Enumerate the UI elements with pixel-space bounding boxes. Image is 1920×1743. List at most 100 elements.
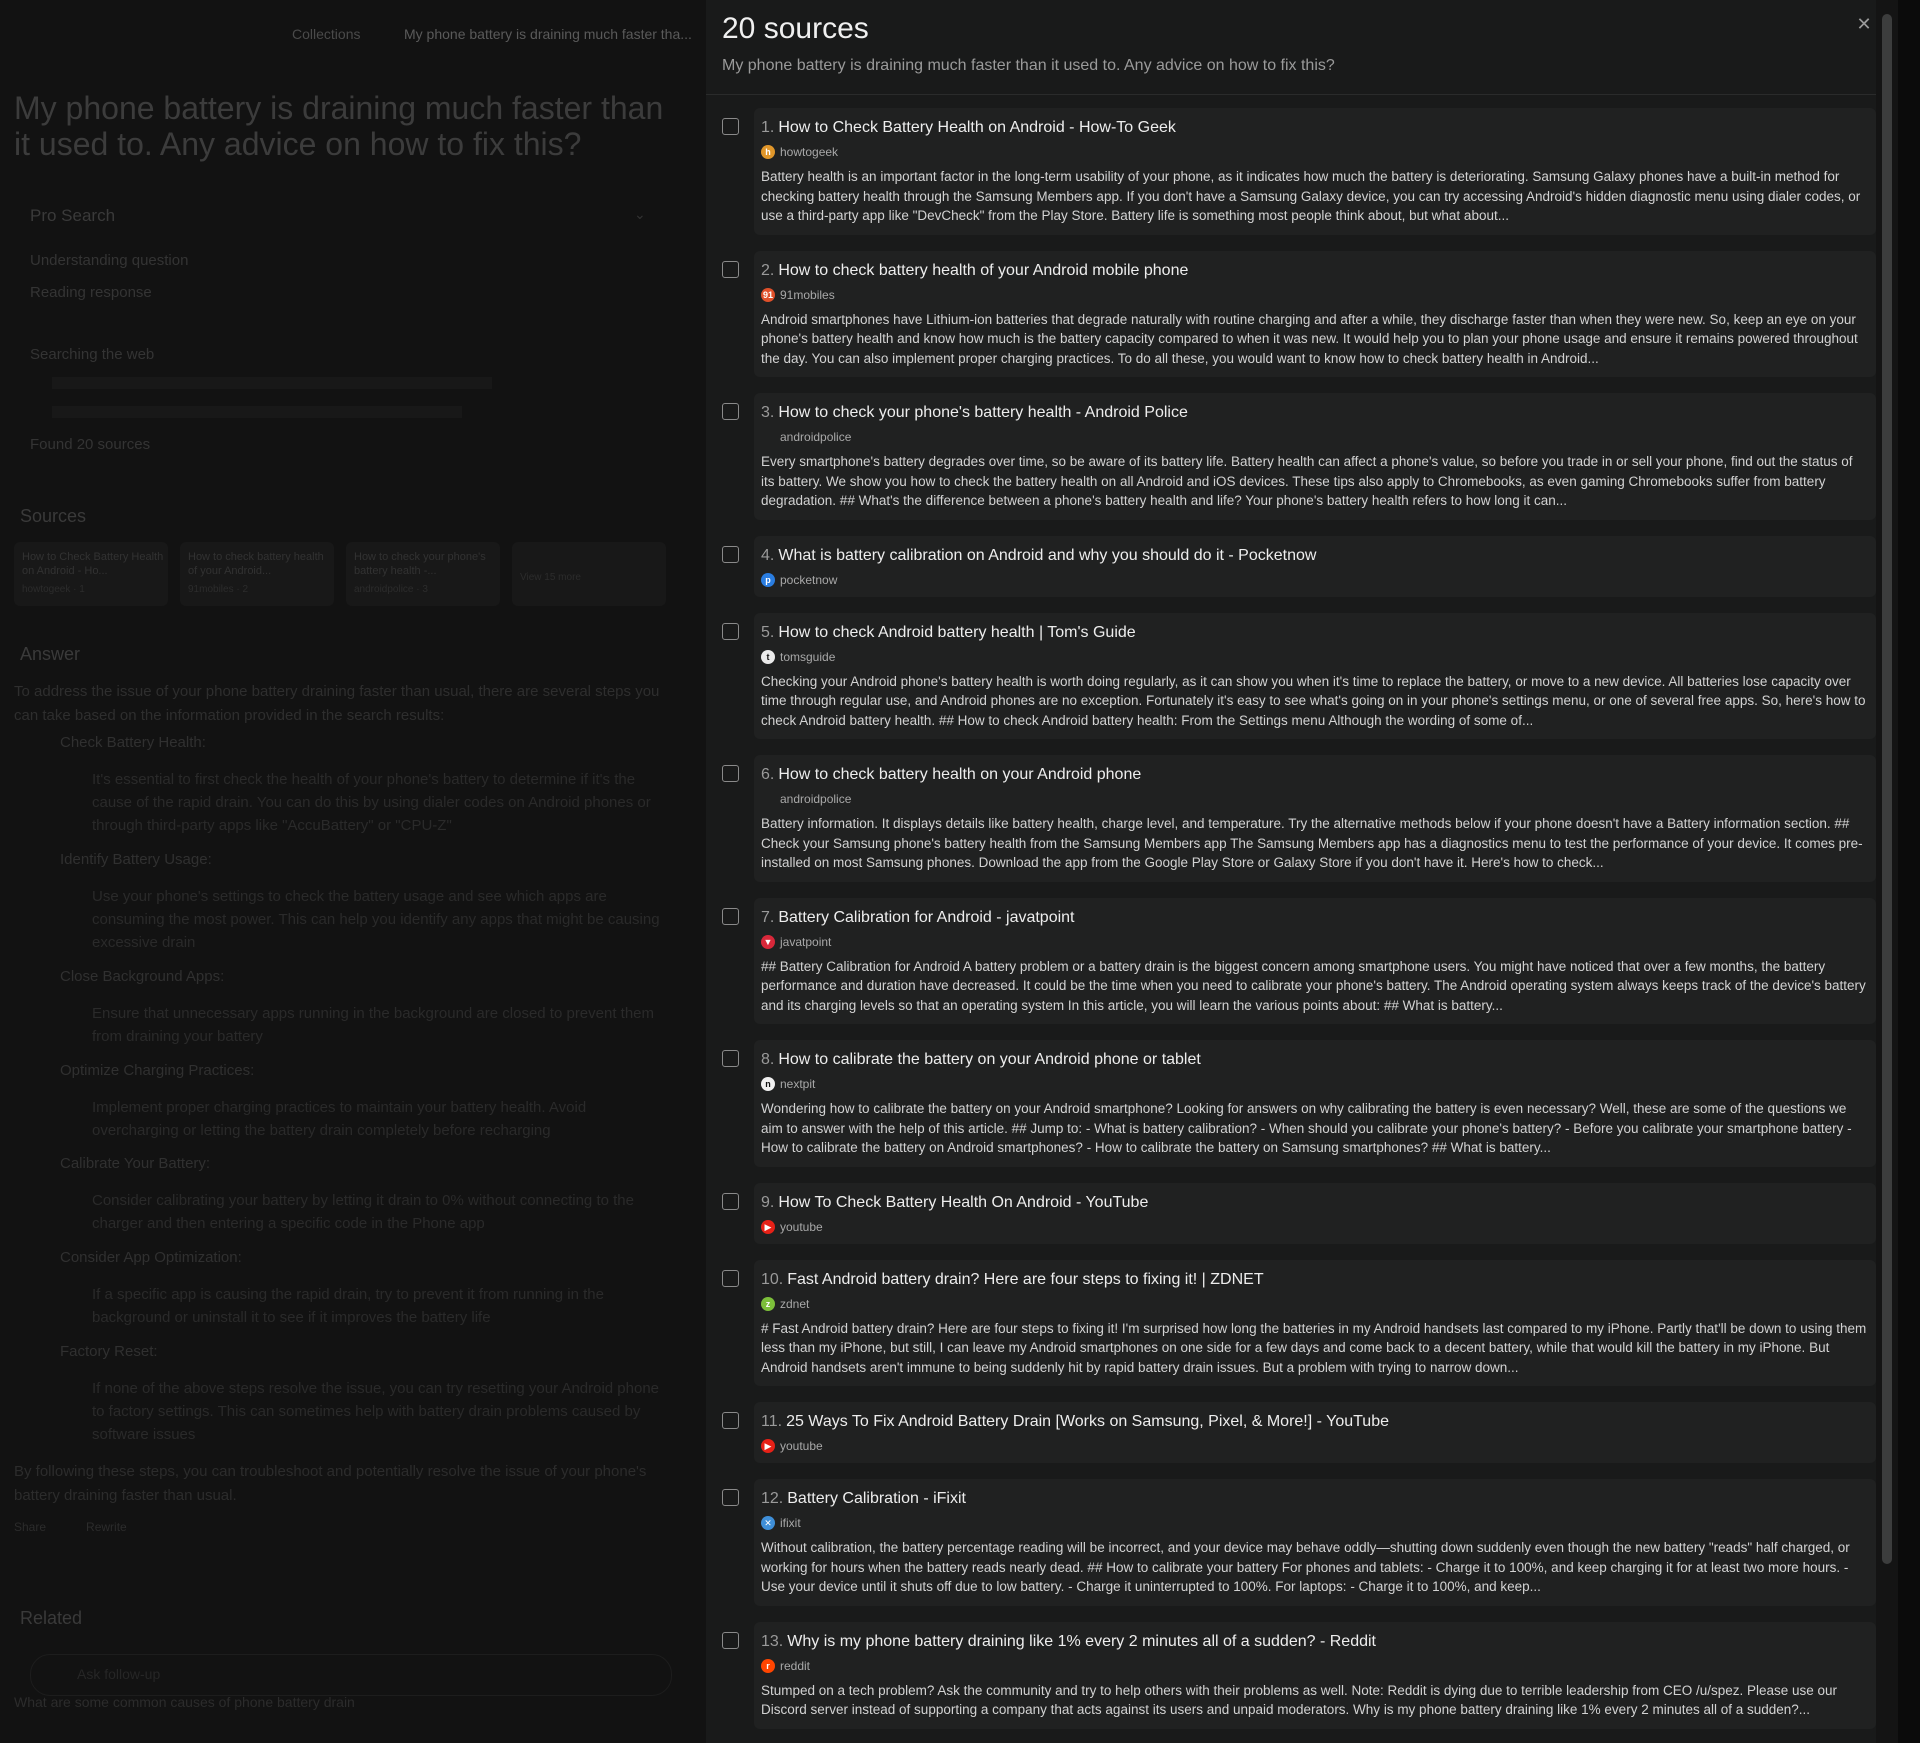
source-card[interactable]: 2. How to check battery health of your An… <box>754 250 1876 377</box>
source-title-text[interactable]: What is battery calibration on Android a… <box>778 547 1316 564</box>
source-title-text[interactable]: How to check battery health on your Andr… <box>778 766 1141 783</box>
source-title[interactable]: 4. What is battery calibration on Android… <box>761 546 1869 566</box>
source-row: 6. How to check battery health on your An… <box>706 755 1898 882</box>
source-checkbox[interactable] <box>722 118 739 135</box>
source-checkbox[interactable] <box>722 1412 739 1429</box>
chevron-down-icon[interactable]: ⌄ <box>634 206 646 223</box>
scrollbar-thumb[interactable] <box>1882 14 1892 1564</box>
source-card[interactable]: 12. Battery Calibration - iFixit ✕ ifixit … <box>754 1479 1876 1606</box>
site-favicon-icon: ▼ <box>761 934 775 949</box>
source-checkbox[interactable] <box>722 260 739 278</box>
source-card[interactable]: How to check battery health of your Andr… <box>180 542 334 606</box>
source-title[interactable]: 9. How To Check Battery Health On Android… <box>761 1193 1869 1213</box>
source-title-text[interactable]: How to check your phone's battery health… <box>778 404 1188 421</box>
source-card[interactable]: 3. How to check your phone's battery heal… <box>754 393 1876 520</box>
source-card[interactable]: 10. Fast Android battery drain? Here are … <box>754 1259 1876 1386</box>
source-title[interactable]: 3. How to check your phone's battery heal… <box>761 403 1869 423</box>
source-title-text[interactable]: How to Check Battery Health on Android -… <box>778 119 1176 136</box>
site-favicon-icon: ▶ <box>761 1219 775 1234</box>
source-row: 3. How to check your phone's battery heal… <box>706 393 1898 520</box>
source-title[interactable]: 5. How to check Android battery health | … <box>761 623 1869 643</box>
answer-item-text: If none of the above steps resolve the i… <box>92 1380 660 1443</box>
source-site-name: javatpoint <box>780 934 832 949</box>
source-card[interactable]: 4. What is battery calibration on Android… <box>754 535 1876 597</box>
source-title[interactable]: 13. Why is my phone battery draining like… <box>761 1632 1869 1652</box>
answer-intro: To address the issue of your phone batte… <box>14 683 660 724</box>
source-title[interactable]: 7. Battery Calibration for Android - java… <box>761 908 1869 928</box>
source-title[interactable]: 12. Battery Calibration - iFixit <box>761 1489 1869 1509</box>
related-question[interactable]: What are some common causes of phone bat… <box>14 1694 355 1710</box>
source-site-name: youtube <box>780 1219 823 1234</box>
source-title-text[interactable]: How to check Android battery health | To… <box>778 624 1135 641</box>
source-checkbox[interactable] <box>722 545 739 563</box>
source-snippet: Checking your Android phone's battery he… <box>761 673 1866 728</box>
source-checkbox[interactable] <box>722 403 739 420</box>
source-checkbox[interactable] <box>722 765 739 782</box>
source-site: androidpolice <box>761 791 1869 807</box>
view-more-sources[interactable]: View 15 more <box>512 542 666 606</box>
source-checkbox[interactable] <box>722 1192 739 1210</box>
source-title[interactable]: 6. How to check battery health on your An… <box>761 765 1869 785</box>
share-button[interactable]: Share Rewrite <box>14 1520 127 1534</box>
source-snippet: Wondering how to calibrate the battery o… <box>761 1101 1852 1155</box>
answer-item-heading: Check Battery Health: <box>60 734 206 751</box>
answer-heading: Answer <box>20 644 81 664</box>
source-card[interactable]: 1. How to Check Battery Health on Android… <box>754 108 1876 235</box>
source-snippet: Android smartphones have Lithium-ion bat… <box>761 311 1858 366</box>
source-site: 91 91mobiles <box>761 287 1869 303</box>
source-title-text[interactable]: Fast Android battery drain? Here are fou… <box>787 1271 1263 1288</box>
source-number: 5. <box>761 623 775 641</box>
source-title-text[interactable]: Why is my phone battery draining like 1%… <box>787 1633 1376 1650</box>
source-title[interactable]: 8. How to calibrate the battery on your A… <box>761 1050 1869 1070</box>
source-checkbox[interactable] <box>722 907 739 925</box>
source-number: 3. <box>761 404 775 421</box>
source-row: 13. Why is my phone battery draining like… <box>706 1621 1898 1729</box>
scrollbar[interactable] <box>1876 0 1898 1743</box>
source-checkbox[interactable] <box>722 1489 739 1506</box>
source-site: z zdnet <box>761 1296 1869 1312</box>
source-title[interactable]: 2. How to check battery health of your An… <box>761 261 1869 281</box>
source-card[interactable]: How to check your phone's battery health… <box>346 542 500 606</box>
source-checkbox[interactable] <box>722 1631 739 1649</box>
source-title[interactable]: 1. How to Check Battery Health on Android… <box>761 118 1869 138</box>
source-title-text[interactable]: How To Check Battery Health On Android -… <box>778 1194 1148 1211</box>
source-number: 7. <box>761 908 775 926</box>
answer-item-text: Ensure that unnecessary apps running in … <box>92 1005 655 1045</box>
pro-search-label[interactable]: Pro Search <box>30 206 115 226</box>
source-card[interactable]: 13. Why is my phone battery draining like… <box>754 1621 1876 1729</box>
source-card[interactable]: 9. How To Check Battery Health On Android… <box>754 1182 1876 1244</box>
source-checkbox[interactable] <box>722 1050 739 1067</box>
source-card[interactable]: 7. Battery Calibration for Android - java… <box>754 897 1876 1024</box>
source-checkbox[interactable] <box>722 1269 739 1287</box>
source-title-text[interactable]: Battery Calibration - iFixit <box>787 1490 966 1507</box>
source-number: 10. <box>761 1270 784 1288</box>
source-site: ▼ javatpoint <box>761 934 1869 950</box>
site-favicon-icon: z <box>761 1296 775 1311</box>
breadcrumb[interactable]: Collections <box>292 26 360 42</box>
source-checkbox[interactable] <box>722 622 739 640</box>
source-number: 11. <box>761 1413 783 1430</box>
close-icon[interactable]: ✕ <box>1852 12 1876 36</box>
source-row: 7. Battery Calibration for Android - java… <box>706 897 1898 1024</box>
sources-heading: Sources <box>20 506 87 526</box>
source-card[interactable]: 8. How to calibrate the battery on your A… <box>754 1040 1876 1167</box>
source-card[interactable]: 5. How to check Android battery health | … <box>754 612 1876 739</box>
source-card[interactable]: 6. How to check battery health on your An… <box>754 755 1876 882</box>
step-reading: Reading response <box>30 284 152 301</box>
source-site-name: nextpit <box>780 1077 816 1091</box>
follow-up-input[interactable]: Ask follow-up <box>30 1654 672 1696</box>
source-number: 2. <box>761 261 775 279</box>
source-card[interactable]: 11. 25 Ways To Fix Android Battery Drain … <box>754 1402 1876 1463</box>
panel-title: 20 sources <box>722 12 869 45</box>
source-title[interactable]: 11. 25 Ways To Fix Android Battery Drain … <box>761 1412 1869 1432</box>
rewrite-button[interactable]: Rewrite <box>86 1520 127 1534</box>
source-title-text[interactable]: How to calibrate the battery on your And… <box>778 1051 1200 1068</box>
source-title[interactable]: 10. Fast Android battery drain? Here are … <box>761 1270 1869 1290</box>
source-title-text[interactable]: 25 Ways To Fix Android Battery Drain [Wo… <box>786 1413 1389 1430</box>
source-title-text[interactable]: Battery Calibration for Android - javatp… <box>778 909 1074 926</box>
search-query-chips <box>52 377 492 389</box>
source-snippet: Battery health is an important factor in… <box>761 169 1861 223</box>
site-favicon-icon: h <box>761 145 775 159</box>
source-title-text[interactable]: How to check battery health of your Andr… <box>778 262 1188 279</box>
source-card[interactable]: How to Check Battery Health on Android -… <box>14 542 168 606</box>
